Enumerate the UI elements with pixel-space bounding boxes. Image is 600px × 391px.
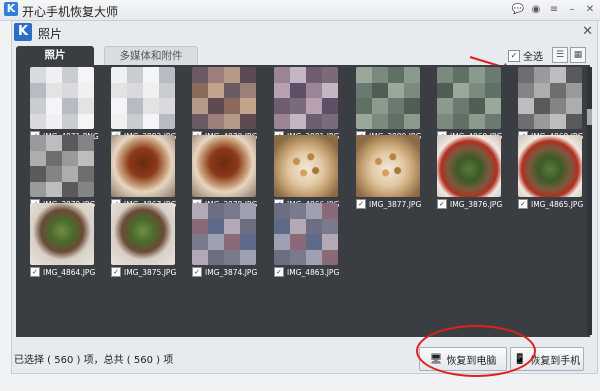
photo-thumbnail[interactable] <box>111 135 175 197</box>
photo-filename: IMG_4864.JPG <box>43 267 96 277</box>
photo-caption: ✓ IMG_4863.JPG <box>274 267 339 277</box>
photo-filename: IMG_3876.JPG <box>450 199 503 209</box>
photo-filename: IMG_4863.JPG <box>287 267 340 277</box>
photo-checkbox[interactable]: ✓ <box>111 267 121 277</box>
photo-thumbnail[interactable] <box>30 67 94 129</box>
photo-thumbnail[interactable] <box>518 135 582 197</box>
menu-icon[interactable]: ≡ <box>548 3 560 15</box>
photo-caption: ✓ IMG_3874.JPG <box>192 267 257 277</box>
recover-to-phone-label: 恢复到手机 <box>530 355 581 367</box>
photo-thumbnail[interactable] <box>274 135 338 197</box>
dialog-title-bar: K 照片 ✕ <box>12 21 597 43</box>
photo-gallery: ✓IMG_4871.PNG✓IMG_3882.JPG✓IMG_4870.JPG✓… <box>16 65 592 337</box>
chat-icon[interactable]: ◉ <box>530 3 542 15</box>
photo-filename: IMG_3875.JPG <box>124 267 177 277</box>
annotation-circle <box>416 325 536 377</box>
gallery-scrollbar[interactable] <box>587 67 592 335</box>
photos-dialog: K 照片 ✕ 照片 多媒体和附件 ✓ 全选 ☰ ▦ ✓IMG_4871.PNG✓… <box>11 20 598 374</box>
photo-thumbnail[interactable] <box>192 203 256 265</box>
photo-caption: ✓ IMG_3875.JPG <box>111 267 176 277</box>
photo-checkbox[interactable]: ✓ <box>192 267 202 277</box>
close-icon[interactable]: ✕ <box>584 3 596 15</box>
photo-thumbnail[interactable] <box>30 135 94 197</box>
photo-caption: ✓ IMG_3877.JPG <box>356 199 421 209</box>
photo-thumbnail[interactable] <box>356 67 420 129</box>
list-view-icon[interactable]: ☰ <box>552 47 568 63</box>
gallery-scrollbar-thumb[interactable] <box>587 109 592 125</box>
photo-checkbox[interactable]: ✓ <box>274 267 284 277</box>
photo-caption: ✓ IMG_4864.JPG <box>30 267 95 277</box>
dialog-title: 照片 <box>38 27 63 41</box>
photo-thumbnail[interactable] <box>111 203 175 265</box>
photo-filename: IMG_3877.JPG <box>369 199 422 209</box>
tab-media-attachments[interactable]: 多媒体和附件 <box>104 46 198 66</box>
photo-filename: IMG_4865.JPG <box>531 199 584 209</box>
photo-caption: ✓ IMG_4865.JPG <box>518 199 583 209</box>
photo-thumbnail[interactable] <box>518 67 582 129</box>
photo-thumbnail[interactable] <box>437 67 501 129</box>
photo-thumbnail[interactable] <box>30 203 94 265</box>
photo-thumbnail[interactable] <box>274 67 338 129</box>
photo-caption: ✓ IMG_3876.JPG <box>437 199 502 209</box>
app-title: 开心手机恢复大师 <box>22 5 119 19</box>
photo-filename: IMG_3874.JPG <box>205 267 258 277</box>
minimize-icon[interactable]: – <box>566 3 578 15</box>
photo-thumbnail[interactable] <box>111 67 175 129</box>
app-title-bar: K 开心手机恢复大师 💬 ◉ ≡ – ✕ <box>0 0 600 21</box>
select-all-label: 全选 <box>523 52 543 63</box>
photo-thumbnail[interactable] <box>192 67 256 129</box>
photo-thumbnail[interactable] <box>437 135 501 197</box>
photo-checkbox[interactable]: ✓ <box>518 199 528 209</box>
selection-count: 已选择 ( 560 ) 项，总共 ( 560 ) 项 <box>14 355 174 366</box>
photo-thumbnail[interactable] <box>274 203 338 265</box>
dialog-close-icon[interactable]: ✕ <box>582 24 593 39</box>
app-logo-icon: K <box>4 2 18 16</box>
tab-photos[interactable]: 照片 <box>16 46 94 65</box>
photo-checkbox[interactable]: ✓ <box>356 199 366 209</box>
photo-checkbox[interactable]: ✓ <box>437 199 447 209</box>
photo-checkbox[interactable]: ✓ <box>30 267 40 277</box>
wechat-icon[interactable]: 💬 <box>512 3 524 15</box>
photo-thumbnail[interactable] <box>192 135 256 197</box>
grid-view-icon[interactable]: ▦ <box>570 47 586 63</box>
photo-thumbnail[interactable] <box>356 135 420 197</box>
dialog-logo-icon: K <box>14 23 32 41</box>
